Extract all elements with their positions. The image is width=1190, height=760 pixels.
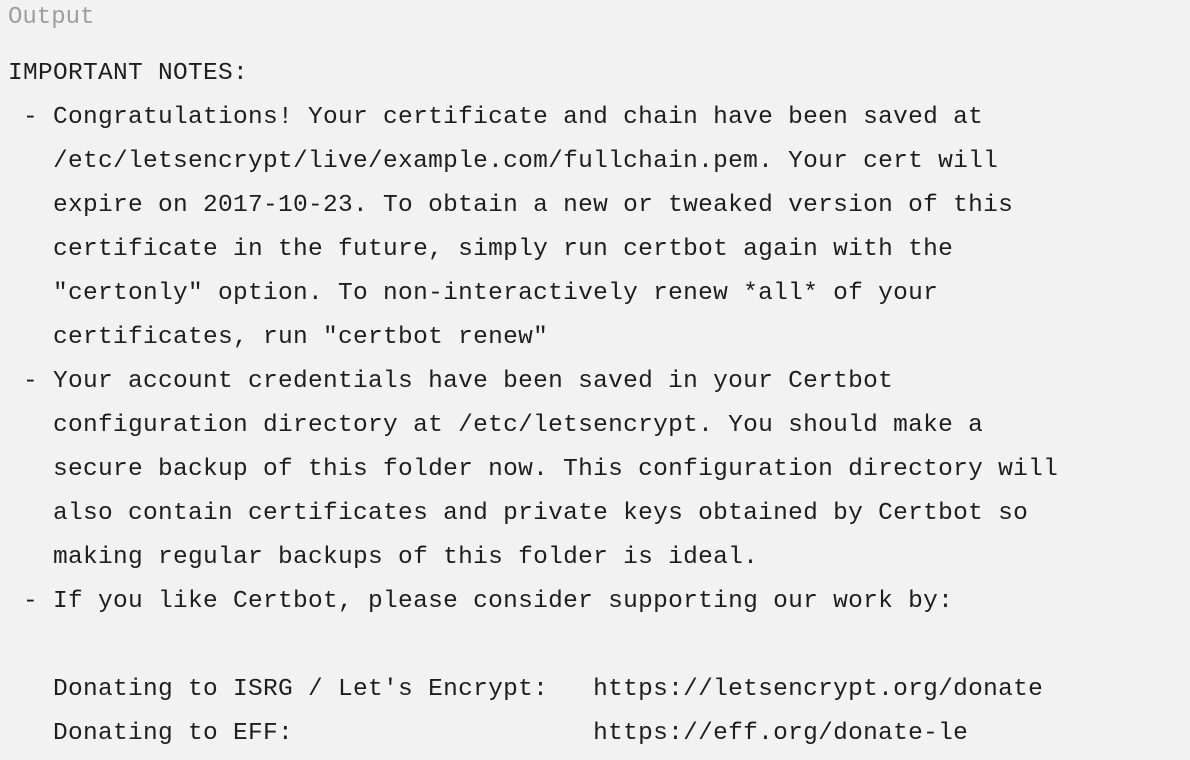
output-line: /etc/letsencrypt/live/example.com/fullch…	[8, 148, 999, 175]
output-line: configuration directory at /etc/letsencr…	[8, 412, 984, 439]
output-line: - If you like Certbot, please consider s…	[8, 588, 954, 615]
output-line: also contain certificates and private ke…	[8, 500, 1029, 527]
output-line-blank	[8, 624, 1190, 668]
output-line: secure backup of this folder now. This c…	[8, 456, 1059, 483]
output-line: certificate in the future, simply run ce…	[8, 236, 954, 263]
donate-eff-line: Donating to EFF: https://eff.org/donate-…	[8, 720, 969, 747]
output-text[interactable]: IMPORTANT NOTES: - Congratulations! Your…	[8, 52, 1190, 756]
output-label: Output	[8, 4, 95, 31]
output-line: - Congratulations! Your certificate and …	[8, 104, 984, 131]
output-line: "certonly" option. To non-interactively …	[8, 280, 939, 307]
output-panel: Output IMPORTANT NOTES: - Congratulation…	[0, 0, 1190, 760]
output-line: making regular backups of this folder is…	[8, 544, 759, 571]
output-line: expire on 2017-10-23. To obtain a new or…	[8, 192, 1014, 219]
output-line: IMPORTANT NOTES:	[8, 60, 249, 87]
donate-isrg-line: Donating to ISRG / Let's Encrypt: https:…	[8, 676, 1044, 703]
output-line: certificates, run "certbot renew"	[8, 324, 549, 351]
output-line: - Your account credentials have been sav…	[8, 368, 894, 395]
